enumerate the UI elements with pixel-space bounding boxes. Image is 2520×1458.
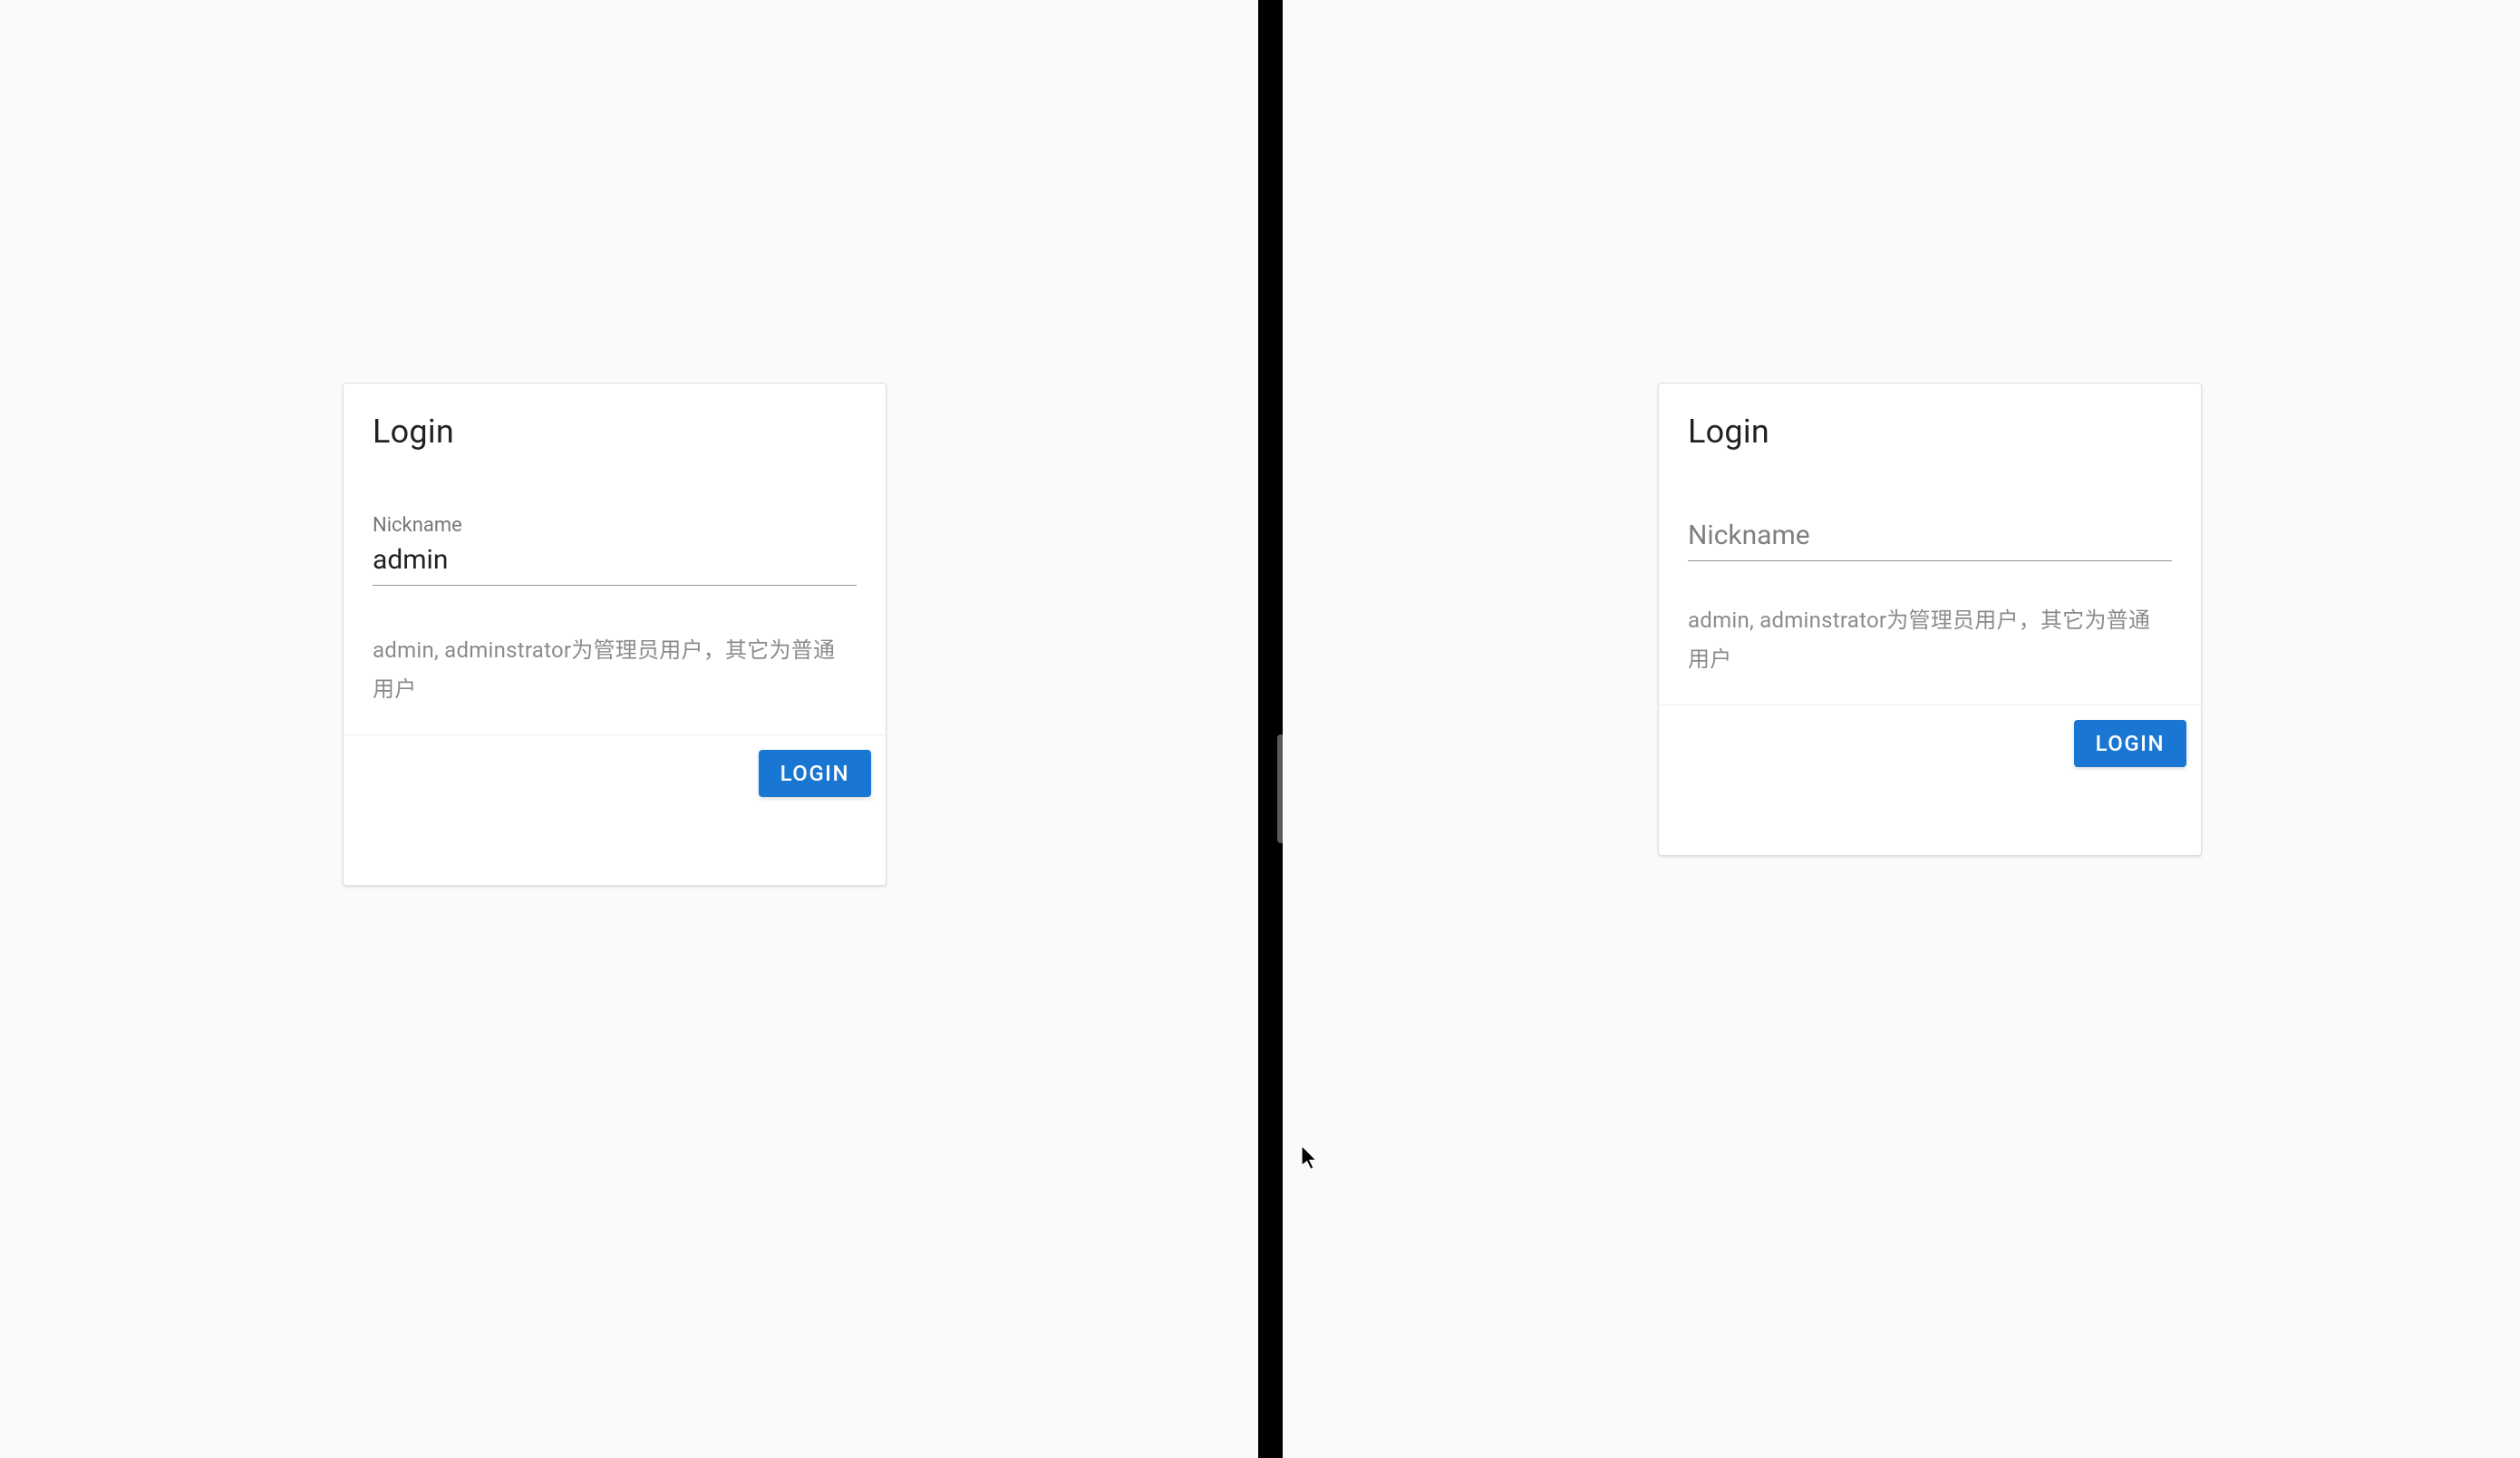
card-actions: LOGIN xyxy=(1659,705,2201,786)
input-wrapper: Nickname xyxy=(1688,514,2172,556)
card-title: Login xyxy=(1688,413,2172,451)
pane-divider[interactable] xyxy=(1258,0,1283,1458)
helper-text: admin, adminstrator为管理员用户，其它为普通用户 xyxy=(1688,601,2172,679)
card-title: Login xyxy=(373,413,857,451)
card-body: Login Nickname admin, adminstrator为管理员用户… xyxy=(344,384,886,734)
card-actions: LOGIN xyxy=(344,734,886,816)
nickname-input[interactable] xyxy=(373,544,857,586)
right-pane: Login Nickname admin, adminstrator为管理员用户… xyxy=(1283,0,2520,1458)
card-footer-space xyxy=(344,816,886,885)
nickname-field: Nickname xyxy=(1688,514,2172,556)
input-wrapper xyxy=(373,544,857,586)
nickname-input[interactable] xyxy=(1688,514,2172,561)
login-card-right: Login Nickname admin, adminstrator为管理员用户… xyxy=(1658,383,2202,856)
left-pane: Login Nickname admin, adminstrator为管理员用户… xyxy=(0,0,1258,1458)
card-footer-space xyxy=(1659,786,2201,855)
login-button[interactable]: LOGIN xyxy=(759,750,871,797)
split-viewport: Login Nickname admin, adminstrator为管理员用户… xyxy=(0,0,2520,1458)
helper-text: admin, adminstrator为管理员用户，其它为普通用户 xyxy=(373,631,857,709)
login-button[interactable]: LOGIN xyxy=(2074,720,2186,767)
nickname-field: Nickname xyxy=(373,514,857,586)
login-card-left: Login Nickname admin, adminstrator为管理员用户… xyxy=(343,383,887,886)
card-body: Login Nickname admin, adminstrator为管理员用户… xyxy=(1659,384,2201,705)
nickname-label: Nickname xyxy=(373,514,857,537)
